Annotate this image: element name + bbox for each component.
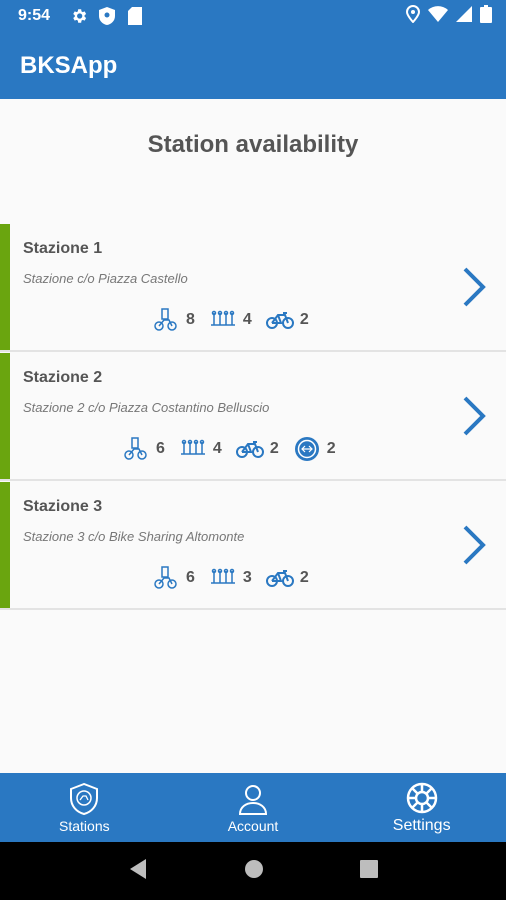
page-title: Station availability — [147, 131, 359, 158]
stat-value: 2 — [299, 311, 309, 328]
e-bike-icon — [293, 437, 321, 461]
nav-stations-label: Stations — [59, 817, 110, 834]
battery-status-icon — [480, 4, 492, 28]
stat-bicycle: 2 — [265, 566, 309, 590]
settings-wheel-icon — [405, 781, 439, 815]
bicycle-icon — [265, 308, 294, 332]
signal-status-icon — [456, 5, 472, 27]
station-card[interactable]: Stazione 3 Stazione 3 c/o Bike Sharing A… — [0, 482, 506, 610]
back-icon[interactable] — [128, 858, 148, 885]
station-card[interactable]: Stazione 2 Stazione 2 c/o Piazza Costant… — [0, 353, 506, 481]
stat-value: 2 — [326, 440, 336, 457]
stat-slots: 3 — [209, 566, 252, 590]
slots-icon — [179, 437, 207, 461]
wifi-status-icon — [428, 5, 448, 27]
stat-value: 6 — [186, 569, 195, 586]
status-time: 9:54 — [18, 7, 51, 24]
bicycle-icon — [265, 566, 294, 590]
stat-value: 2 — [299, 569, 309, 586]
chevron-right-icon[interactable] — [462, 524, 488, 566]
stat-value: 4 — [242, 311, 252, 328]
bike-dock-icon — [152, 566, 180, 590]
stat-e-bike: 2 — [293, 437, 336, 461]
system-nav-bar — [0, 842, 506, 900]
slots-icon — [209, 308, 237, 332]
availability-indicator — [0, 224, 10, 350]
stat-bike-dock: 8 — [152, 308, 195, 332]
availability-indicator — [0, 482, 10, 608]
bike-dock-icon — [122, 437, 150, 461]
bike-dock-icon — [152, 308, 180, 332]
station-name: Stazione 3 — [23, 498, 103, 515]
station-name: Stazione 1 — [23, 240, 103, 257]
sd-card-status-icon — [124, 5, 146, 27]
nav-settings-label: Settings — [392, 816, 451, 834]
stat-bicycle: 2 — [235, 437, 279, 461]
bottom-navigation: Stations Account Settings — [0, 773, 506, 842]
stat-bike-dock: 6 — [152, 566, 195, 590]
slots-icon — [209, 566, 237, 590]
nav-account-label: Account — [227, 817, 279, 834]
stat-slots: 4 — [209, 308, 252, 332]
station-card[interactable]: Stazione 1 Stazione c/o Piazza Castello … — [0, 224, 506, 352]
account-icon — [236, 782, 270, 816]
recents-icon[interactable] — [360, 859, 378, 883]
nav-stations[interactable]: Stations — [0, 773, 169, 842]
settings-gear-status-icon — [68, 5, 90, 27]
station-address: Stazione c/o Piazza Castello — [23, 271, 188, 286]
station-name: Stazione 2 — [23, 369, 103, 386]
shield-status-icon — [96, 5, 118, 27]
stations-shield-icon — [67, 782, 101, 816]
station-stats: 6 4 2 2 — [122, 437, 350, 461]
stat-value: 3 — [242, 569, 252, 586]
station-address: Stazione 3 c/o Bike Sharing Altomonte — [23, 529, 245, 544]
app-title: BKSApp — [20, 51, 118, 79]
location-status-icon — [405, 4, 421, 28]
nav-settings[interactable]: Settings — [337, 773, 506, 842]
station-stats: 6 3 2 — [152, 566, 323, 590]
chevron-right-icon[interactable] — [462, 395, 488, 437]
station-address: Stazione 2 c/o Piazza Costantino Bellusc… — [23, 400, 270, 415]
home-icon[interactable] — [244, 859, 264, 884]
availability-indicator — [0, 353, 10, 479]
status-bar: 9:54 — [0, 0, 506, 32]
stat-value: 2 — [269, 440, 279, 457]
nav-account[interactable]: Account — [169, 773, 338, 842]
stat-bicycle: 2 — [265, 308, 309, 332]
stat-value: 4 — [212, 440, 222, 457]
bicycle-icon — [235, 437, 264, 461]
stat-value: 6 — [156, 440, 165, 457]
station-stats: 8 4 2 — [152, 308, 323, 332]
app-bar: BKSApp — [0, 32, 506, 99]
stat-slots: 4 — [179, 437, 222, 461]
main-content: Station availability Stazione 1 Stazione… — [0, 99, 506, 773]
chevron-right-icon[interactable] — [462, 266, 488, 308]
stat-value: 8 — [186, 311, 195, 328]
stat-bike-dock: 6 — [122, 437, 165, 461]
